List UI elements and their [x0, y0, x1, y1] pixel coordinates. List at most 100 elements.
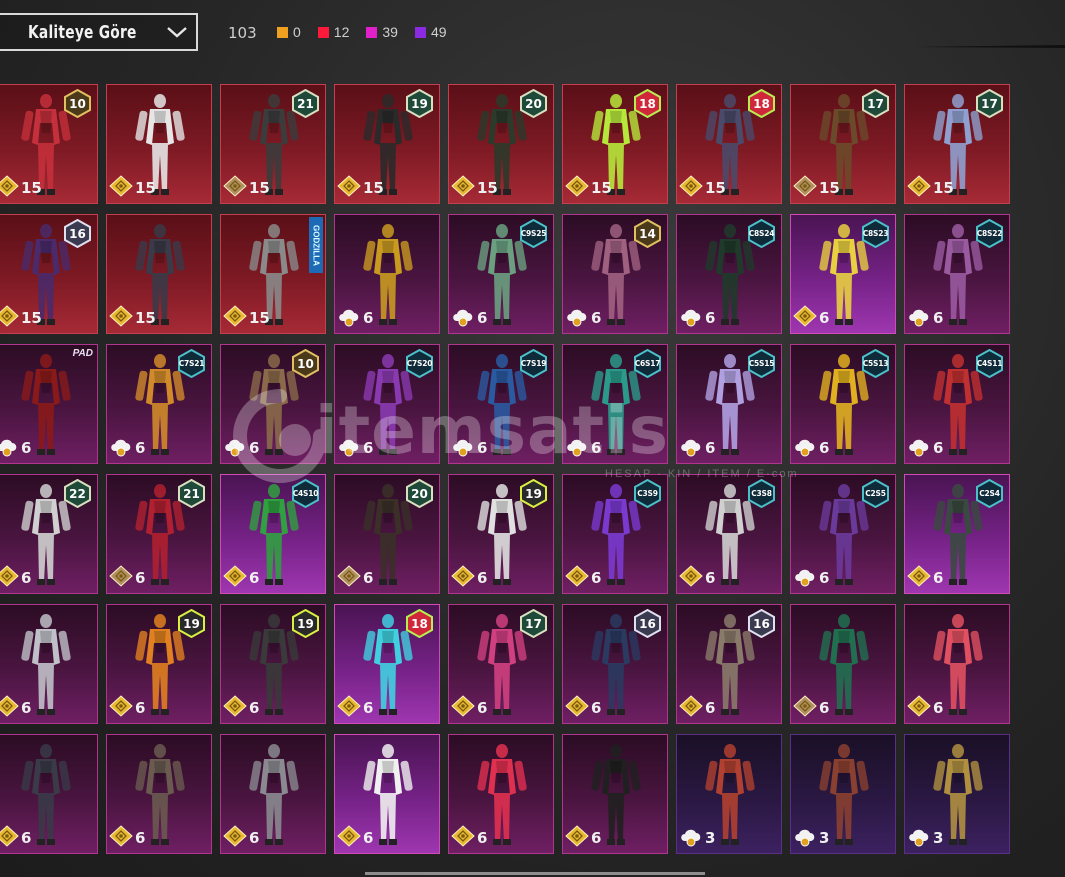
outfit-tile[interactable]: C5S15 6 — [676, 344, 782, 464]
outfit-tile[interactable]: C9S25 6 — [448, 214, 554, 334]
outfit-tile[interactable]: GODZILLA 15 — [220, 214, 326, 334]
item-amount: 6 — [591, 569, 602, 587]
badge-label: 16 — [69, 226, 86, 241]
outfit-tile[interactable]: 6 — [0, 734, 98, 854]
outfit-tile[interactable]: 6 — [448, 734, 554, 854]
outfit-tile[interactable]: 6 — [106, 734, 212, 854]
outfit-tile[interactable]: 14 6 — [562, 214, 668, 334]
outfit-tile[interactable]: 6 — [904, 604, 1010, 724]
gold-coin-icon — [679, 175, 703, 197]
cycle-season-badge: C4S11 — [975, 349, 1004, 378]
season-badge: 22 — [63, 479, 92, 508]
outfit-tile[interactable]: C4S11 6 — [904, 344, 1010, 464]
outfit-tile[interactable]: C4S10 6 — [220, 474, 326, 594]
outfit-tile[interactable]: C7S21 6 — [106, 344, 212, 464]
item-amount: 6 — [705, 569, 716, 587]
gold-coin-icon — [451, 825, 475, 847]
outfit-tile[interactable]: 6 — [334, 214, 440, 334]
item-amount: 6 — [363, 829, 374, 847]
outfit-tile[interactable]: C8S24 6 — [676, 214, 782, 334]
legend-item: 12 — [317, 24, 349, 40]
cloud-currency-icon — [111, 439, 131, 457]
badge-label: C3S9 — [637, 489, 658, 498]
outfit-tile[interactable]: C8S23 6 — [790, 214, 896, 334]
outfit-tile[interactable]: 19 6 — [220, 604, 326, 724]
outfit-tile[interactable]: 10 15 — [0, 84, 98, 204]
cycle-season-badge: C2S4 — [975, 479, 1004, 508]
outfit-tile[interactable]: C7S20 6 — [334, 344, 440, 464]
outfit-tile[interactable]: C2S4 6 — [904, 474, 1010, 594]
outfit-tile[interactable]: 6 — [562, 734, 668, 854]
badge-label: 18 — [753, 96, 770, 111]
item-amount: 6 — [477, 829, 488, 847]
outfit-tile[interactable]: 20 6 — [334, 474, 440, 594]
outfit-tile[interactable]: 17 15 — [904, 84, 1010, 204]
outfit-tile[interactable]: C3S8 6 — [676, 474, 782, 594]
item-amount: 3 — [819, 829, 830, 847]
outfit-tile[interactable]: 18 15 — [562, 84, 668, 204]
outfit-tile[interactable]: PAD 6 — [0, 344, 98, 464]
outfit-tile[interactable]: 17 6 — [448, 604, 554, 724]
cycle-season-badge: C2S5 — [861, 479, 890, 508]
outfit-tile[interactable]: 16 15 — [0, 214, 98, 334]
outfit-tile[interactable]: 15 — [106, 84, 212, 204]
cloud-currency-icon — [795, 829, 815, 847]
outfit-tile[interactable]: 21 15 — [220, 84, 326, 204]
outfit-tile[interactable]: 3 — [676, 734, 782, 854]
outfit-tile[interactable]: 10 6 — [220, 344, 326, 464]
legend-count: 49 — [430, 24, 447, 40]
cloud-currency-icon — [0, 439, 17, 457]
outfit-tile[interactable]: 6 — [220, 734, 326, 854]
item-amount: 6 — [591, 699, 602, 717]
outfit-tile[interactable]: 6 — [790, 604, 896, 724]
outfit-tile[interactable]: 6 — [0, 604, 98, 724]
cloud-currency-icon — [909, 439, 929, 457]
legend-swatch — [366, 26, 378, 38]
item-amount: 15 — [249, 309, 270, 327]
season-badge: 19 — [519, 479, 548, 508]
outfit-tile[interactable]: 16 6 — [562, 604, 668, 724]
item-amount: 6 — [135, 439, 146, 457]
chevron-down-icon — [167, 27, 187, 38]
outfit-tile[interactable]: 3 — [904, 734, 1010, 854]
outfit-tile[interactable]: C2S5 6 — [790, 474, 896, 594]
sort-dropdown[interactable]: Kaliteye Göre — [0, 13, 198, 51]
outfit-tile[interactable]: 6 — [334, 734, 440, 854]
gold-coin-icon — [337, 175, 361, 197]
badge-label: 21 — [183, 486, 200, 501]
cloud-currency-icon — [681, 439, 701, 457]
decorative-stroke — [915, 45, 1065, 48]
outfit-tile[interactable]: C5S13 6 — [790, 344, 896, 464]
event-badge: PAD — [72, 348, 93, 359]
outfit-tile[interactable]: 19 6 — [106, 604, 212, 724]
badge-label: 10 — [297, 356, 314, 371]
outfit-tile[interactable]: 16 6 — [676, 604, 782, 724]
outfit-tile[interactable]: C8S22 6 — [904, 214, 1010, 334]
top-bar: Kaliteye Göre 103 0 12 39 49 — [0, 0, 1065, 70]
outfit-tile[interactable]: C3S9 6 — [562, 474, 668, 594]
badge-label: C7S21 — [178, 359, 205, 368]
legend-item: 0 — [277, 24, 301, 40]
outfit-tile[interactable]: 18 15 — [676, 84, 782, 204]
outfit-tile[interactable]: 3 — [790, 734, 896, 854]
outfit-tile[interactable]: C7S19 6 — [448, 344, 554, 464]
outfit-tile[interactable]: 17 15 — [790, 84, 896, 204]
quality-legend: 0 12 39 49 — [277, 24, 464, 40]
outfit-tile[interactable]: 15 — [106, 214, 212, 334]
outfit-tile[interactable]: 19 15 — [334, 84, 440, 204]
item-amount: 3 — [705, 829, 716, 847]
outfit-tile[interactable]: 22 6 — [0, 474, 98, 594]
season-badge: 19 — [405, 89, 434, 118]
cloud-currency-icon — [681, 829, 701, 847]
season-badge: 16 — [747, 609, 776, 638]
item-amount: 6 — [21, 829, 32, 847]
gold-coin-icon — [223, 305, 247, 327]
outfit-tile[interactable]: 19 6 — [448, 474, 554, 594]
badge-label: 18 — [411, 616, 428, 631]
outfit-tile[interactable]: 18 6 — [334, 604, 440, 724]
outfit-tile[interactable]: 21 6 — [106, 474, 212, 594]
badge-label: 19 — [183, 616, 200, 631]
cycle-season-badge: C3S9 — [633, 479, 662, 508]
outfit-tile[interactable]: C6S17 6 — [562, 344, 668, 464]
outfit-tile[interactable]: 20 15 — [448, 84, 554, 204]
